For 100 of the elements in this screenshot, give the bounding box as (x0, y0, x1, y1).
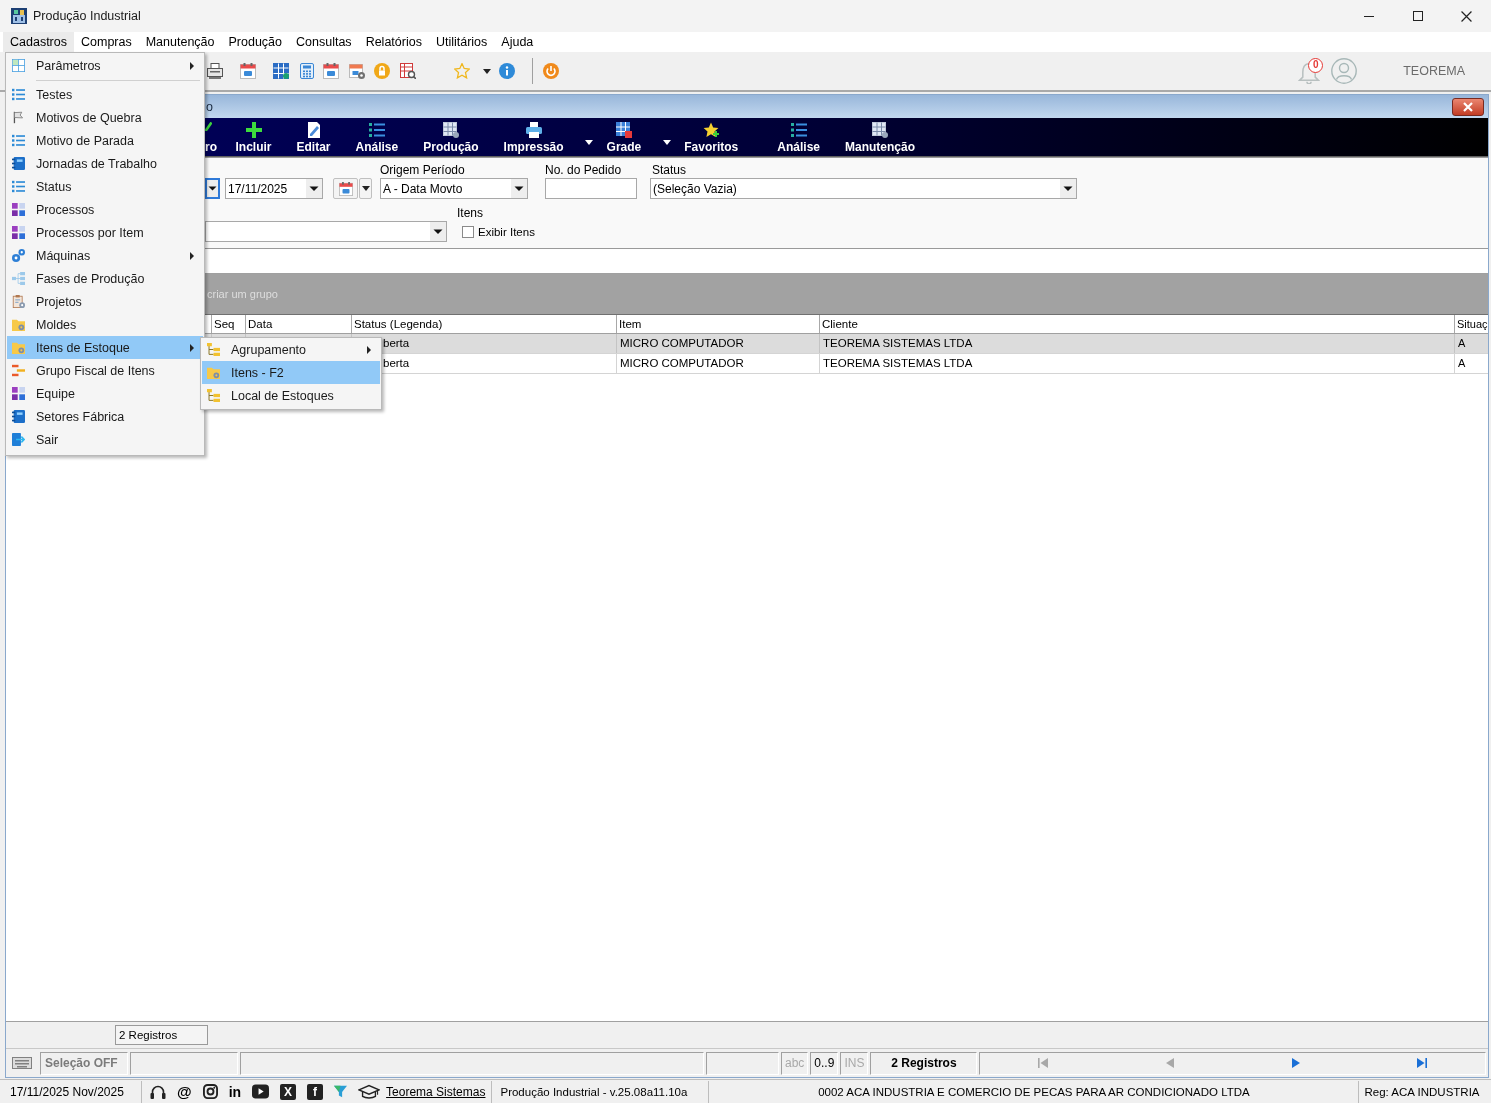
menu-item[interactable]: Moldes (7, 313, 203, 336)
in-logo-icon[interactable]: in (228, 1083, 242, 1100)
group-hint-text: criar um grupo (207, 288, 278, 300)
toolbar-button[interactable]: ro (205, 118, 223, 156)
window-title: Produção Industrial (33, 9, 141, 23)
menu-bar-item[interactable]: Manutenção (138, 32, 222, 52)
toolbar-button[interactable]: Impressão (491, 118, 577, 156)
play-icon[interactable] (252, 1083, 270, 1100)
menu-item[interactable]: Processos (7, 198, 203, 221)
f-logo-icon[interactable]: f (307, 1083, 324, 1100)
star-icon[interactable] (454, 63, 470, 79)
calendar-grid-icon[interactable] (273, 63, 289, 79)
column-header[interactable]: Status (Legenda) (352, 315, 617, 333)
menu-item[interactable]: Processos por Item (7, 221, 203, 244)
star-icon (703, 122, 720, 138)
menu-item[interactable]: Grupo Fiscal de Itens (7, 359, 203, 382)
toolbar-button[interactable]: Incluir (223, 118, 284, 156)
menu-item[interactable]: Sair (7, 428, 203, 451)
bell-icon[interactable] (1298, 62, 1321, 84)
camera-icon[interactable] (202, 1084, 218, 1099)
toolbar-button[interactable]: Manutenção (832, 118, 928, 156)
menu-item[interactable]: Status (7, 175, 203, 198)
menu-item[interactable]: Máquinas (7, 244, 203, 267)
period-origin-dropdown[interactable]: A - Data Movto (380, 178, 528, 199)
website-link[interactable]: Teorema Sistemas (386, 1084, 486, 1099)
column-header[interactable]: Data (246, 315, 352, 333)
company-name: 0002 ACA INDUSTRIA E COMERCIO DE PECAS PARA AR CONDICIONADO LTDA (709, 1080, 1360, 1103)
dropdown-field[interactable] (205, 178, 220, 199)
headset-icon[interactable] (150, 1083, 166, 1100)
calendar-icon[interactable] (323, 63, 339, 79)
menu-bar-item[interactable]: Cadastros (3, 32, 74, 52)
flowchart-icon (12, 272, 25, 285)
funnel-logo-icon[interactable] (334, 1085, 348, 1098)
menu-bar-item[interactable]: Ajuda (494, 32, 541, 52)
keyboard-icon[interactable] (12, 1057, 32, 1069)
menu-item[interactable]: Setores Fábrica (7, 405, 203, 428)
menu-item[interactable]: Jornadas de Trabalho (7, 152, 203, 175)
menu-item[interactable]: Agrupamento (202, 338, 380, 361)
caret-icon[interactable] (585, 140, 594, 145)
calendar-button[interactable] (333, 178, 358, 199)
menu-item[interactable]: Motivo de Parada (7, 129, 203, 152)
toolbar-button[interactable]: Análise (343, 118, 411, 156)
info-icon[interactable] (499, 63, 515, 79)
calendar-icon[interactable] (240, 63, 256, 79)
checkbox-label[interactable]: Exibir Itens (478, 225, 535, 238)
checkbox[interactable] (462, 225, 474, 238)
toolbar-button[interactable]: Favoritos (671, 118, 751, 156)
date-dropdown[interactable]: 17/11/2025 (225, 178, 323, 199)
toolbar-button[interactable]: Produção (410, 118, 492, 156)
menu-bar-item[interactable]: Relatórios (358, 32, 429, 52)
close-button[interactable] (1452, 97, 1484, 116)
table-search-icon[interactable] (400, 63, 416, 79)
menu-item[interactable]: Testes (7, 83, 203, 106)
maximize-icon (1412, 11, 1423, 21)
order-number-field[interactable] (545, 178, 637, 199)
menu-item[interactable]: Itens - F2 (202, 361, 380, 384)
column-header[interactable]: Seq (212, 315, 246, 333)
menu-bar-item[interactable]: Compras (74, 32, 139, 52)
toolbar-button[interactable]: Grade (594, 118, 654, 156)
menu-item[interactable]: Parâmetros (7, 54, 203, 77)
dropdown-field[interactable] (205, 221, 447, 242)
caret-icon[interactable] (662, 140, 671, 145)
status-dropdown[interactable]: (Seleção Vazia) (650, 178, 1077, 199)
check-icon (205, 122, 212, 131)
notification-badge: 0 (1308, 58, 1324, 73)
caret-icon (361, 186, 370, 191)
dropdown-button[interactable] (359, 178, 372, 199)
exit-icon (12, 433, 25, 446)
flag-icon (12, 111, 25, 124)
menu-item[interactable]: Local de Estoques (202, 384, 380, 407)
calculator-icon[interactable] (299, 63, 315, 79)
menu-bar-item[interactable]: Utilitários (428, 32, 495, 52)
column-header[interactable]: Situaç (1455, 315, 1488, 333)
menu-item[interactable]: Fases de Produção (7, 267, 203, 290)
calendar-icon (338, 181, 353, 196)
grid-icon (615, 122, 632, 138)
toolbar-button[interactable]: Análise (764, 118, 833, 156)
lock-icon[interactable] (374, 63, 390, 79)
power-icon[interactable] (543, 63, 559, 79)
field-label: No. do Pedido (545, 163, 623, 177)
version-text: Produção Industrial - v.25.08a11.10a (491, 1080, 710, 1103)
toolbar-button[interactable]: Editar (284, 118, 344, 156)
at-sign-icon[interactable]: @ (177, 1083, 192, 1100)
column-header[interactable]: Item (617, 315, 820, 333)
x-logo-icon[interactable]: X (280, 1083, 297, 1100)
menu-bar-item[interactable]: Produção (221, 32, 290, 52)
graduation-cap-icon[interactable] (358, 1084, 381, 1099)
menu-item[interactable]: Projetos (7, 290, 203, 313)
menu-item[interactable]: Motivos de Quebra (7, 106, 203, 129)
table-icon (12, 59, 25, 72)
menu-bar-item[interactable]: Consultas (289, 32, 359, 52)
menu-item[interactable]: Equipe (7, 382, 203, 405)
calendar-gear-icon[interactable] (349, 63, 365, 79)
printer-icon[interactable] (207, 63, 223, 79)
caret-icon[interactable] (483, 68, 491, 74)
clipboard-icon (12, 295, 25, 308)
status-indicator: INS (840, 1051, 869, 1075)
registration-text: Reg: ACA INDUSTRIA (1363, 1084, 1481, 1100)
column-header[interactable]: Cliente (820, 315, 1455, 333)
menu-item[interactable]: Itens de Estoque (7, 336, 203, 359)
